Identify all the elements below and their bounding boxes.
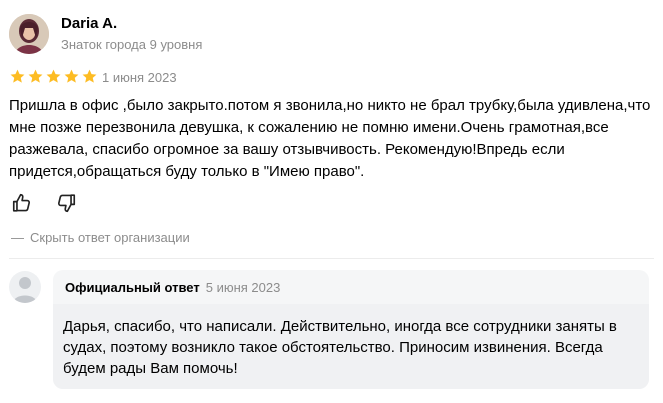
organization-avatar bbox=[9, 271, 41, 303]
author-avatar[interactable] bbox=[9, 14, 49, 54]
star-icon bbox=[28, 69, 43, 83]
user-placeholder-icon bbox=[13, 277, 37, 303]
review-date: 1 июня 2023 bbox=[102, 70, 177, 85]
official-answer-card: Официальный ответ 5 июня 2023 Дарья, спас… bbox=[53, 270, 649, 389]
dislike-button[interactable] bbox=[55, 192, 77, 214]
thumbs-up-icon bbox=[12, 193, 31, 212]
star-icon bbox=[64, 69, 79, 83]
official-answer-title: Официальный ответ bbox=[65, 280, 200, 295]
review-text: Пришла в офис ,было закрыто.потом я звон… bbox=[9, 97, 651, 180]
official-answer-text: Дарья, спасибо, что написали. Действител… bbox=[63, 318, 617, 377]
star-icon bbox=[46, 69, 61, 83]
hide-answer-label: Скрыть ответ организации bbox=[30, 230, 190, 245]
author-level: Знаток города 9 уровня bbox=[61, 37, 203, 52]
hide-answer-dash: — bbox=[11, 230, 24, 245]
star-icon bbox=[10, 69, 25, 83]
author-name[interactable]: Daria A. bbox=[61, 15, 117, 32]
hide-answer-toggle[interactable]: — Скрыть ответ организации bbox=[11, 230, 190, 245]
official-answer-header: Официальный ответ 5 июня 2023 bbox=[65, 280, 280, 295]
star-rating bbox=[9, 68, 98, 85]
official-answer-body: Дарья, спасибо, что написали. Действител… bbox=[53, 304, 649, 389]
official-answer-date: 5 июня 2023 bbox=[205, 280, 281, 295]
author-photo bbox=[9, 14, 49, 54]
like-button[interactable] bbox=[11, 192, 33, 214]
star-icon bbox=[82, 69, 97, 83]
divider bbox=[9, 258, 654, 259]
thumbs-down-icon bbox=[57, 194, 76, 213]
